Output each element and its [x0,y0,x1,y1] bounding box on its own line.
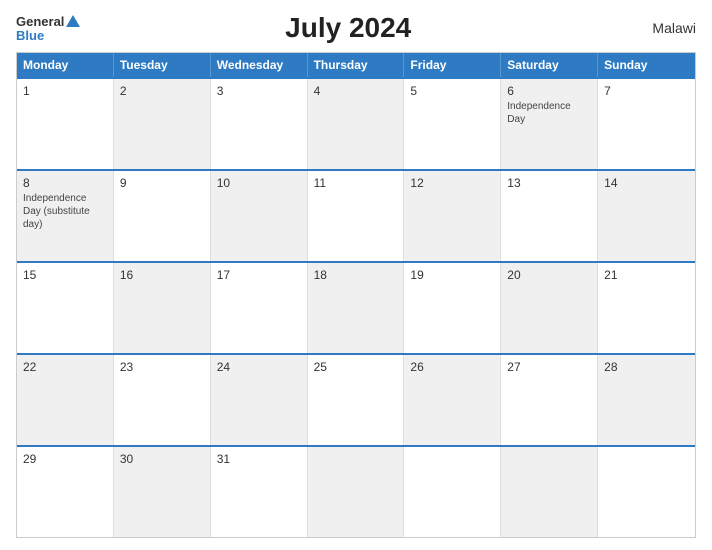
calendar-header: MondayTuesdayWednesdayThursdayFridaySatu… [17,53,695,77]
logo-triangle-icon [66,15,80,27]
logo-blue-text: Blue [16,29,44,42]
day-number: 9 [120,176,204,190]
logo-top-row: General [16,15,80,29]
day-number: 5 [410,84,494,98]
week-row-0: 123456 Independence Day 7 [17,77,695,169]
day-number: 22 [23,360,107,374]
cal-cell: 29 [17,447,114,537]
cal-cell: 31 [211,447,308,537]
calendar-body: 123456Independence Day78Independence Day… [17,77,695,537]
cal-cell: 5 [404,79,501,169]
cal-cell: 6 Independence Day [501,79,598,169]
day-number: 8 [23,176,107,190]
cal-cell: 9 [114,171,211,261]
logo-wrapper: General Blue [16,15,80,42]
day-number: 7 [604,84,689,98]
page: General Blue July 2024 Malawi MondayTues… [0,0,712,550]
cal-cell: 26 [404,355,501,445]
cal-cell: 2 [114,79,211,169]
cal-cell: 7 [598,79,695,169]
logo-general-text: General [16,15,64,28]
day-number: 2 [120,84,204,98]
day-number: 14 [604,176,689,190]
day-number: 23 [120,360,204,374]
header-day-sunday: Sunday [598,53,695,77]
cal-cell: 13 [501,171,598,261]
header-day-thursday: Thursday [308,53,405,77]
day-number: 1 [23,84,107,98]
calendar-title: July 2024 [80,12,616,44]
cal-cell: 4 [308,79,405,169]
cal-cell: 17 [211,263,308,353]
cal-cell: 18 [308,263,405,353]
cal-cell: 15 [17,263,114,353]
cal-cell: 27 [501,355,598,445]
cal-cell [501,447,598,537]
day-number: 3 [217,84,301,98]
day-number: 17 [217,268,301,282]
cal-cell: 12 [404,171,501,261]
day-number: 30 [120,452,204,466]
event-label: Independence Day [507,100,591,126]
cal-cell: 16 [114,263,211,353]
cal-cell [404,447,501,537]
cal-cell: 30 [114,447,211,537]
header-day-friday: Friday [404,53,501,77]
day-number: 21 [604,268,689,282]
day-number: 19 [410,268,494,282]
header: General Blue July 2024 Malawi [16,12,696,44]
day-number: 24 [217,360,301,374]
day-number: 6 [507,84,591,98]
day-number: 27 [507,360,591,374]
header-day-monday: Monday [17,53,114,77]
cal-cell: 11 [308,171,405,261]
cal-cell: 10 [211,171,308,261]
day-number: 12 [410,176,494,190]
week-row-2: 15 16 17 18 19 20 21 [17,261,695,353]
cal-cell: 28 [598,355,695,445]
cal-cell: 21 [598,263,695,353]
day-number: 13 [507,176,591,190]
day-number: 20 [507,268,591,282]
cal-cell: 23 [114,355,211,445]
cal-cell: 22 [17,355,114,445]
day-number: 29 [23,452,107,466]
cal-cell: 3 [211,79,308,169]
logo: General Blue [16,15,80,42]
day-number: 16 [120,268,204,282]
header-day-saturday: Saturday [501,53,598,77]
cal-cell: 8 Independence Day (substitute day) [17,171,114,261]
day-number: 25 [314,360,398,374]
country-label: Malawi [616,20,696,36]
week-row-1: 8 Independence Day (substitute day) 9 10 11 1… [17,169,695,261]
header-day-wednesday: Wednesday [211,53,308,77]
event-label: Independence Day (substitute day) [23,192,107,231]
cal-cell: 19 [404,263,501,353]
calendar: MondayTuesdayWednesdayThursdayFridaySatu… [16,52,696,538]
header-day-tuesday: Tuesday [114,53,211,77]
cal-cell [308,447,405,537]
day-number: 31 [217,452,301,466]
cal-cell: 24 [211,355,308,445]
day-number: 28 [604,360,689,374]
day-number: 26 [410,360,494,374]
week-row-4: 29 30 31 [17,445,695,537]
day-number: 11 [314,176,398,190]
day-number: 10 [217,176,301,190]
day-number: 4 [314,84,398,98]
cal-cell: 25 [308,355,405,445]
day-number: 18 [314,268,398,282]
cal-cell: 1 [17,79,114,169]
cal-cell [598,447,695,537]
week-row-3: 22 23 24 25 26 27 28 [17,353,695,445]
cal-cell: 20 [501,263,598,353]
cal-cell: 14 [598,171,695,261]
day-number: 15 [23,268,107,282]
